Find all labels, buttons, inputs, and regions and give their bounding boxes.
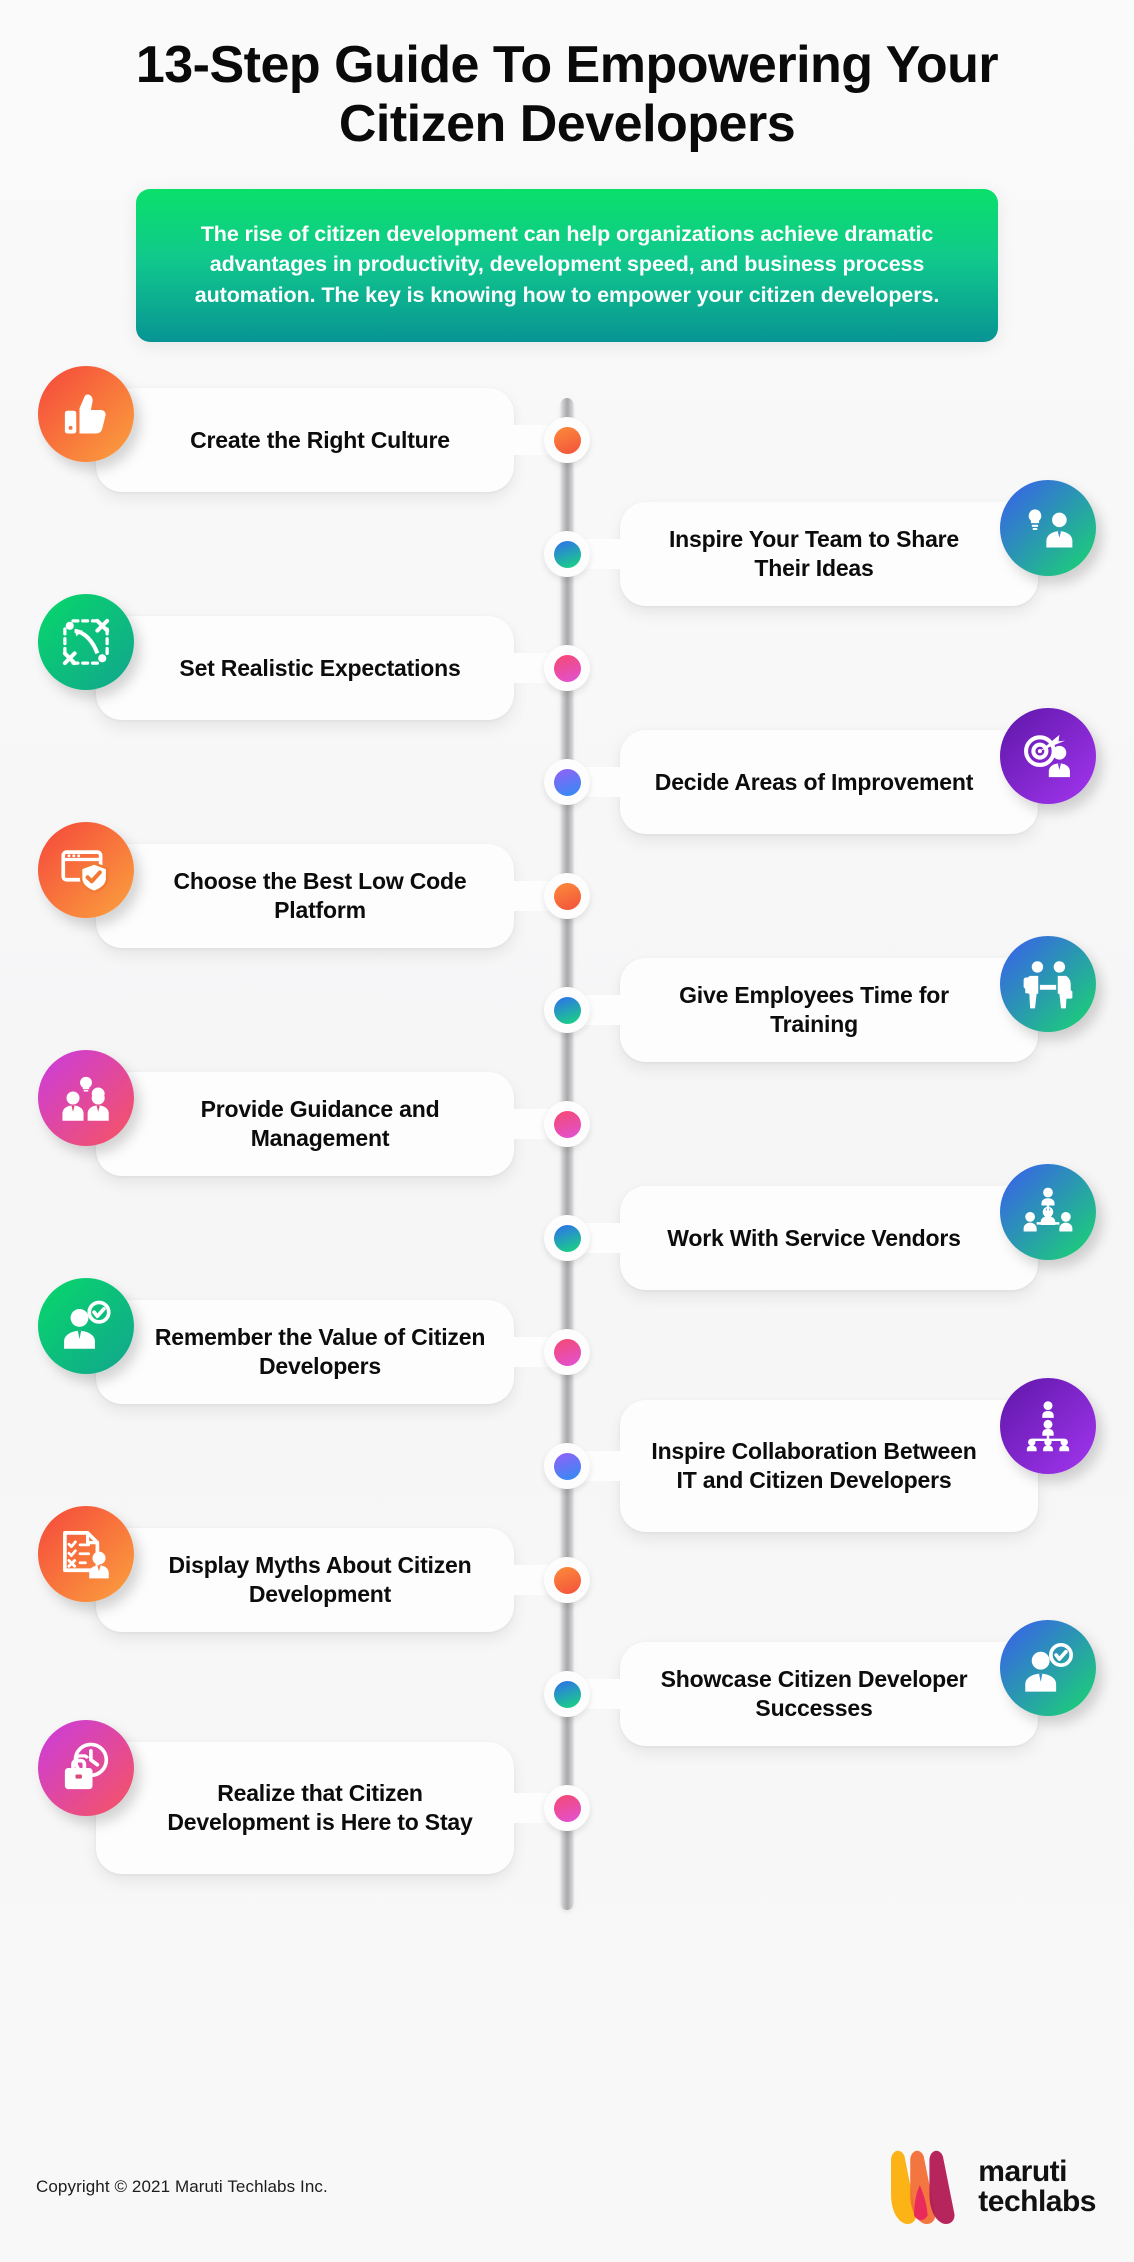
timeline-dot [544,1557,590,1604]
step-card[interactable]: Decide Areas of Improvement [580,730,1038,835]
timeline-dot [544,987,590,1034]
timeline-dot-core [553,1338,581,1366]
timeline-dot [544,1671,590,1718]
timeline-dot-core [553,1110,581,1138]
lightbulb-person-icon [1022,502,1074,554]
timeline-dot-core [553,1794,581,1822]
step-icon-bubble [38,1278,134,1375]
step-icon-bubble [38,1720,134,1817]
timeline-dot [544,759,590,806]
thumbs-up-icon [60,388,112,440]
timeline-dot [544,645,590,692]
step-card[interactable]: Give Employees Time for Training [580,958,1038,1063]
timeline-dot-core [553,1224,581,1252]
checklist-person-icon [60,1528,112,1580]
step-icon-bubble [38,1506,134,1603]
step-icon-bubble [1000,936,1096,1033]
verified-person-icon [60,1300,112,1352]
timeline-dot [544,417,590,464]
timeline-dot-core [553,768,581,796]
timeline-dot-core [553,1566,581,1594]
step-card[interactable]: Set Realistic Expectations [96,616,554,721]
step-icon-bubble [1000,1378,1096,1475]
timeline-dot [544,1785,590,1832]
step-label: Remember the Value of Citizen Developers [154,1324,486,1380]
step-card[interactable]: Showcase Citizen Developer Successes [580,1642,1038,1747]
maruti-techlabs-logo: maruti techlabs [868,2139,1096,2235]
step-icon-bubble [38,1050,134,1147]
clock-briefcase-icon [60,1742,112,1794]
step-label: Set Realistic Expectations [179,654,461,681]
timeline-dot [544,1443,590,1490]
step-label: Inspire Collaboration Between IT and Cit… [651,1438,977,1494]
step-label: Create the Right Culture [190,426,450,453]
lead-text: The rise of citizen development can help… [194,221,940,307]
handshake-icon [1022,958,1074,1010]
timeline-dot [544,1101,590,1148]
step-icon-bubble [38,594,134,691]
step-card[interactable]: Choose the Best Low Code Platform [96,844,554,949]
timeline-dot-core [553,654,581,682]
org-chart-icon [1022,1400,1074,1452]
browser-shield-icon [60,844,112,896]
step-card[interactable]: Create the Right Culture [96,388,554,493]
logo-line-1: maruti [978,2155,1067,2188]
timeline-dot [544,873,590,920]
infographic-page: 13-Step Guide To Empowering Your Citizen… [0,0,1134,2262]
target-person-icon [1022,730,1074,782]
step-label: Provide Guidance and Management [200,1096,440,1152]
lead-callout-box: The rise of citizen development can help… [136,188,998,343]
people-idea-icon [60,1072,112,1124]
team-network-icon [1022,1186,1074,1238]
step-card[interactable]: Realize that Citizen Development is Here… [96,1742,554,1875]
step-label: Realize that Citizen Development is Here… [167,1780,473,1836]
timeline-dot-core [553,426,581,454]
step-card[interactable]: Work With Service Vendors [580,1186,1038,1291]
timeline-dot [544,1215,590,1262]
timeline: Create the Right Culture Inspire Your Tea… [0,366,1134,1918]
step-label: Inspire Your Team to Share Their Ideas [668,526,960,582]
step-card[interactable]: Display Myths About Citizen Development [96,1528,554,1633]
logo-wordmark: maruti techlabs [978,2157,1096,2217]
step-label: Choose the Best Low Code Platform [173,868,467,924]
scope-resize-icon [60,616,112,668]
timeline-dot [544,1329,590,1376]
footer: Copyright © 2021 Maruti Techlabs Inc. ma… [0,2112,1134,2262]
step-card[interactable]: Provide Guidance and Management [96,1072,554,1177]
step-icon-bubble [38,366,134,463]
header: 13-Step Guide To Empowering Your Citizen… [0,0,1134,343]
step-card[interactable]: Inspire Your Team to Share Their Ideas [580,502,1038,607]
step-icon-bubble [38,822,134,919]
logo-mark-icon [891,2150,955,2224]
timeline-dot-core [553,540,581,568]
step-card[interactable]: Remember the Value of Citizen Developers [96,1300,554,1405]
timeline-dot-core [553,1680,581,1708]
step-icon-bubble [1000,1620,1096,1717]
step-icon-bubble [1000,480,1096,577]
timeline-dot-core [553,882,581,910]
timeline-dot [544,531,590,578]
page-title: 13-Step Guide To Empowering Your Citizen… [135,36,999,154]
timeline-dot-core [553,996,581,1024]
step-label: Showcase Citizen Developer Successes [660,1666,968,1722]
step-icon-bubble [1000,708,1096,805]
step-card[interactable]: Inspire Collaboration Between IT and Cit… [580,1400,1038,1533]
step-label: Decide Areas of Improvement [654,768,974,795]
logo-line-2: techlabs [978,2185,1096,2218]
step-label: Display Myths About Citizen Development [168,1552,472,1608]
person-check-icon [1022,1642,1074,1694]
step-icon-bubble [1000,1164,1096,1261]
timeline-dot-core [553,1452,581,1480]
copyright-text: Copyright © 2021 Maruti Techlabs Inc. [36,2177,328,2196]
step-label: Work With Service Vendors [667,1224,961,1251]
step-label: Give Employees Time for Training [679,982,949,1038]
